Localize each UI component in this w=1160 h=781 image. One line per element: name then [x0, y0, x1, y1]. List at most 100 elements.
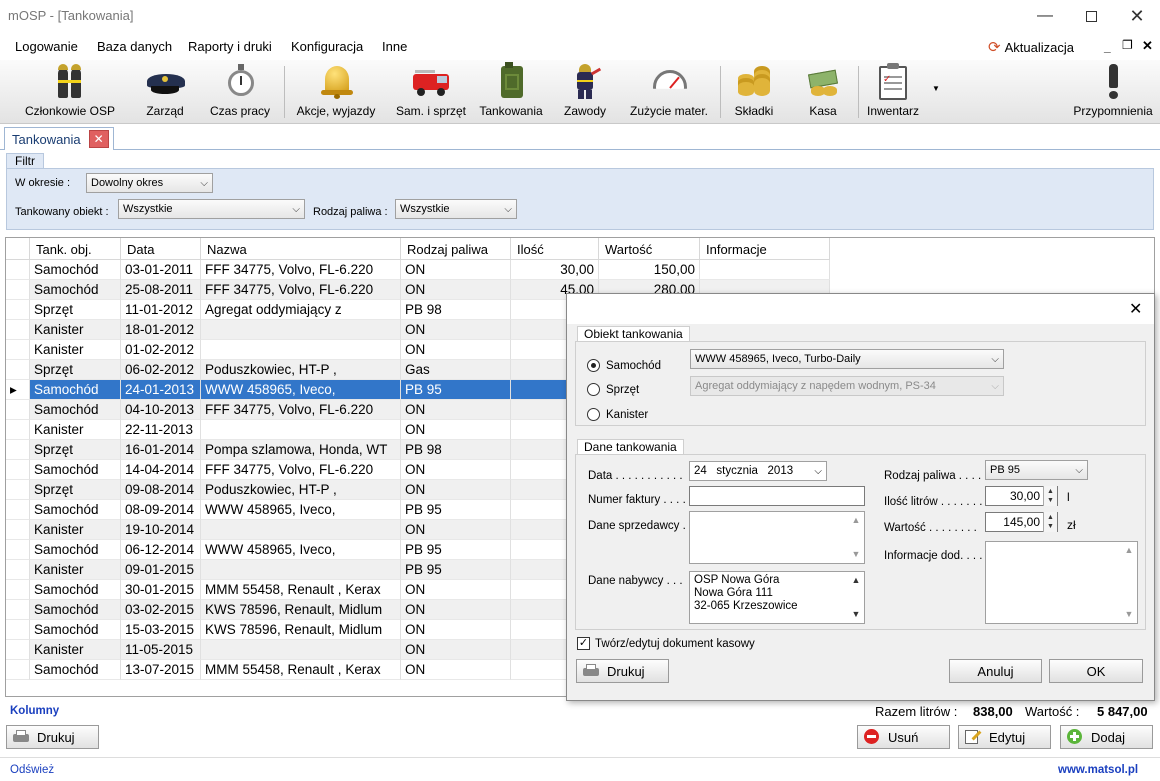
ok-button[interactable]: OK [1049, 659, 1143, 683]
toolbar-board-button[interactable]: Zarząd [130, 62, 200, 122]
row-header[interactable] [6, 560, 30, 580]
website-link[interactable]: www.matsol.pl [1058, 764, 1138, 776]
buyer-textarea[interactable]: OSP Nowa Góra Nowa Góra 111 32-065 Krzes… [689, 571, 865, 624]
radio-equipment[interactable] [587, 383, 600, 396]
minimize-button[interactable]: — [1022, 0, 1068, 32]
column-header[interactable]: Rodzaj paliwa [401, 238, 511, 260]
radio-canister[interactable] [587, 408, 600, 421]
scrollbar[interactable]: ▲ ▼ [848, 512, 864, 563]
seller-textarea[interactable]: ▲ ▼ [689, 511, 865, 564]
row-header[interactable] [6, 320, 30, 340]
mdi-close-icon[interactable]: ✕ [1142, 38, 1153, 54]
toolbar-fees-button[interactable]: Składki [726, 62, 782, 122]
delete-button[interactable]: Usuń [857, 725, 950, 749]
menu-logowanie[interactable]: Logowanie [15, 39, 78, 54]
toolbar-inventory-button[interactable]: ✓ Inwentarz [862, 62, 924, 122]
toolbar-fueling-button[interactable]: Tankowania [476, 62, 546, 122]
printer-icon [583, 664, 599, 678]
table-cell: ON [401, 460, 511, 480]
cancel-button[interactable]: Anuluj [949, 659, 1042, 683]
column-header[interactable]: Wartość [599, 238, 700, 260]
date-picker[interactable]: 24 stycznia 2013 ⌵ [689, 461, 827, 481]
toolbar-actions-button[interactable]: Akcje, wyjazdy [290, 62, 382, 122]
equipment-value: Agregat oddymiający z napędem wodnym, PS… [695, 380, 936, 392]
period-select[interactable]: Dowolny okres ⌵ [86, 173, 213, 193]
mdi-restore-icon[interactable]: ❐ [1122, 38, 1133, 52]
object-select[interactable]: Wszystkie ⌵ [118, 199, 305, 219]
row-header[interactable] [6, 440, 30, 460]
menu-inne[interactable]: Inne [382, 39, 407, 54]
row-header[interactable] [6, 280, 30, 300]
row-header[interactable] [6, 520, 30, 540]
equipment-select[interactable]: Agregat oddymiający z napędem wodnym, PS… [690, 376, 1004, 396]
menu-konfiguracja[interactable]: Konfiguracja [291, 39, 363, 54]
column-header[interactable]: Ilość [511, 238, 599, 260]
update-button[interactable]: ⟳ Aktualizacja [988, 38, 1074, 56]
row-header[interactable] [6, 300, 30, 320]
row-header[interactable] [6, 500, 30, 520]
maximize-button[interactable] [1068, 0, 1114, 32]
dialog-close-icon[interactable]: ✕ [1129, 299, 1142, 319]
row-header[interactable] [6, 460, 30, 480]
toolbar-vehicles-button[interactable]: Sam. i sprzęt [392, 62, 470, 122]
close-tab-icon[interactable]: ✕ [88, 130, 109, 148]
row-header[interactable] [6, 340, 30, 360]
column-header[interactable]: Tank. obj. [30, 238, 121, 260]
columns-link[interactable]: Kolumny [10, 705, 59, 717]
inventory-dropdown-icon[interactable]: ▼ [932, 84, 940, 93]
filter-tab[interactable]: Filtr [6, 153, 44, 169]
car-select[interactable]: WWW 458965, Iveco, Turbo-Daily ⌵ [690, 349, 1004, 369]
toolbar-label: Akcje, wyjazdy [296, 104, 376, 118]
refresh-link[interactable]: Odśwież [10, 764, 54, 776]
fuel-type-select[interactable]: Wszystkie ⌵ [395, 199, 517, 219]
row-header[interactable] [6, 260, 30, 280]
close-window-button[interactable]: ✕ [1114, 0, 1160, 32]
row-header[interactable] [6, 540, 30, 560]
column-header[interactable]: Data [121, 238, 201, 260]
toolbar-materials-button[interactable]: Zużycie mater. [624, 62, 714, 122]
row-header[interactable] [6, 580, 30, 600]
row-header[interactable] [6, 420, 30, 440]
fuel-select[interactable]: PB 95 ⌵ [985, 460, 1088, 480]
toolbar-contests-button[interactable]: Zawody [552, 62, 618, 122]
edit-button[interactable]: Edytuj [958, 725, 1051, 749]
table-row[interactable]: Samochód 03-01-2011 FFF 34775, Volvo, FL-6… [6, 260, 831, 280]
table-cell: Kanister [30, 320, 121, 340]
row-header[interactable] [6, 640, 30, 660]
add-button[interactable]: Dodaj [1060, 725, 1153, 749]
buyer-line: OSP Nowa Góra [694, 574, 780, 586]
litres-input[interactable]: 30,00 ▲ ▼ [985, 486, 1058, 506]
row-header[interactable] [6, 600, 30, 620]
table-cell: 06-12-2014 [121, 540, 201, 560]
scrollbar[interactable]: ▲ ▼ [1121, 542, 1137, 623]
row-header[interactable] [6, 400, 30, 420]
menu-baza-danych[interactable]: Baza danych [97, 39, 172, 54]
edit-label: Edytuj [989, 729, 1026, 745]
invoice-input[interactable] [689, 486, 865, 506]
value-input[interactable]: 145,00 ▲ ▼ [985, 512, 1058, 532]
toolbar-reminders-button[interactable]: Przypomnienia [1070, 62, 1156, 122]
value-stepper[interactable]: ▲ ▼ [1043, 512, 1057, 532]
row-header[interactable] [6, 620, 30, 640]
toolbar-cash-button[interactable]: Kasa [792, 62, 854, 122]
row-header[interactable] [6, 660, 30, 680]
row-header[interactable] [6, 360, 30, 380]
toolbar-members-button[interactable]: Członkowie OSP [18, 62, 122, 122]
cash-doc-checkbox[interactable]: ✓ [577, 637, 590, 650]
toolbar-worktime-button[interactable]: Czas pracy [205, 62, 275, 122]
info-textarea[interactable]: ▲ ▼ [985, 541, 1138, 624]
radio-car[interactable] [587, 359, 600, 372]
row-header[interactable] [6, 480, 30, 500]
column-header[interactable]: Informacje [700, 238, 830, 260]
litres-stepper[interactable]: ▲ ▼ [1043, 486, 1057, 506]
scrollbar[interactable]: ▲ ▼ [848, 572, 864, 623]
table-cell: MMM 55458, Renault , Kerax [201, 660, 401, 680]
table-cell [201, 340, 401, 360]
mdi-minimize-icon[interactable]: _ [1104, 40, 1111, 54]
row-header[interactable]: ▸ [6, 380, 30, 400]
column-header[interactable]: Nazwa [201, 238, 401, 260]
dialog-print-button[interactable]: Drukuj [576, 659, 669, 683]
menu-raporty[interactable]: Raporty i druki [188, 39, 272, 54]
tab-tankowania[interactable]: Tankowania ✕ [4, 127, 114, 150]
print-button[interactable]: Drukuj [6, 725, 99, 749]
